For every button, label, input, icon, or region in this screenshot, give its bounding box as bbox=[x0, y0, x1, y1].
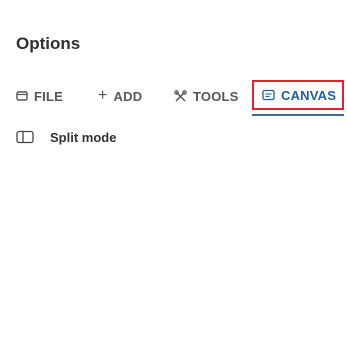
split-mode-label: Split mode bbox=[50, 129, 117, 145]
tab-bar: FILE + ADD TOOLS CANVAS bbox=[0, 80, 347, 116]
tab-add[interactable]: + ADD bbox=[98, 82, 142, 110]
options-title: Options bbox=[16, 34, 81, 53]
plus-icon: + bbox=[98, 87, 108, 104]
tab-canvas-label: CANVAS bbox=[281, 87, 337, 103]
tab-canvas[interactable]: CANVAS bbox=[252, 80, 344, 110]
tab-file[interactable]: FILE bbox=[16, 82, 63, 110]
split-mode-option[interactable]: Split mode bbox=[16, 126, 116, 148]
selected-tab-indicator bbox=[252, 114, 344, 116]
split-mode-icon bbox=[16, 130, 34, 144]
tab-add-label: ADD bbox=[113, 88, 143, 104]
tab-tools-label: TOOLS bbox=[193, 88, 239, 104]
canvas-icon bbox=[262, 89, 275, 101]
tools-icon bbox=[174, 89, 187, 103]
tab-tools[interactable]: TOOLS bbox=[174, 82, 239, 110]
tab-file-label: FILE bbox=[34, 88, 63, 104]
file-icon bbox=[16, 90, 28, 102]
